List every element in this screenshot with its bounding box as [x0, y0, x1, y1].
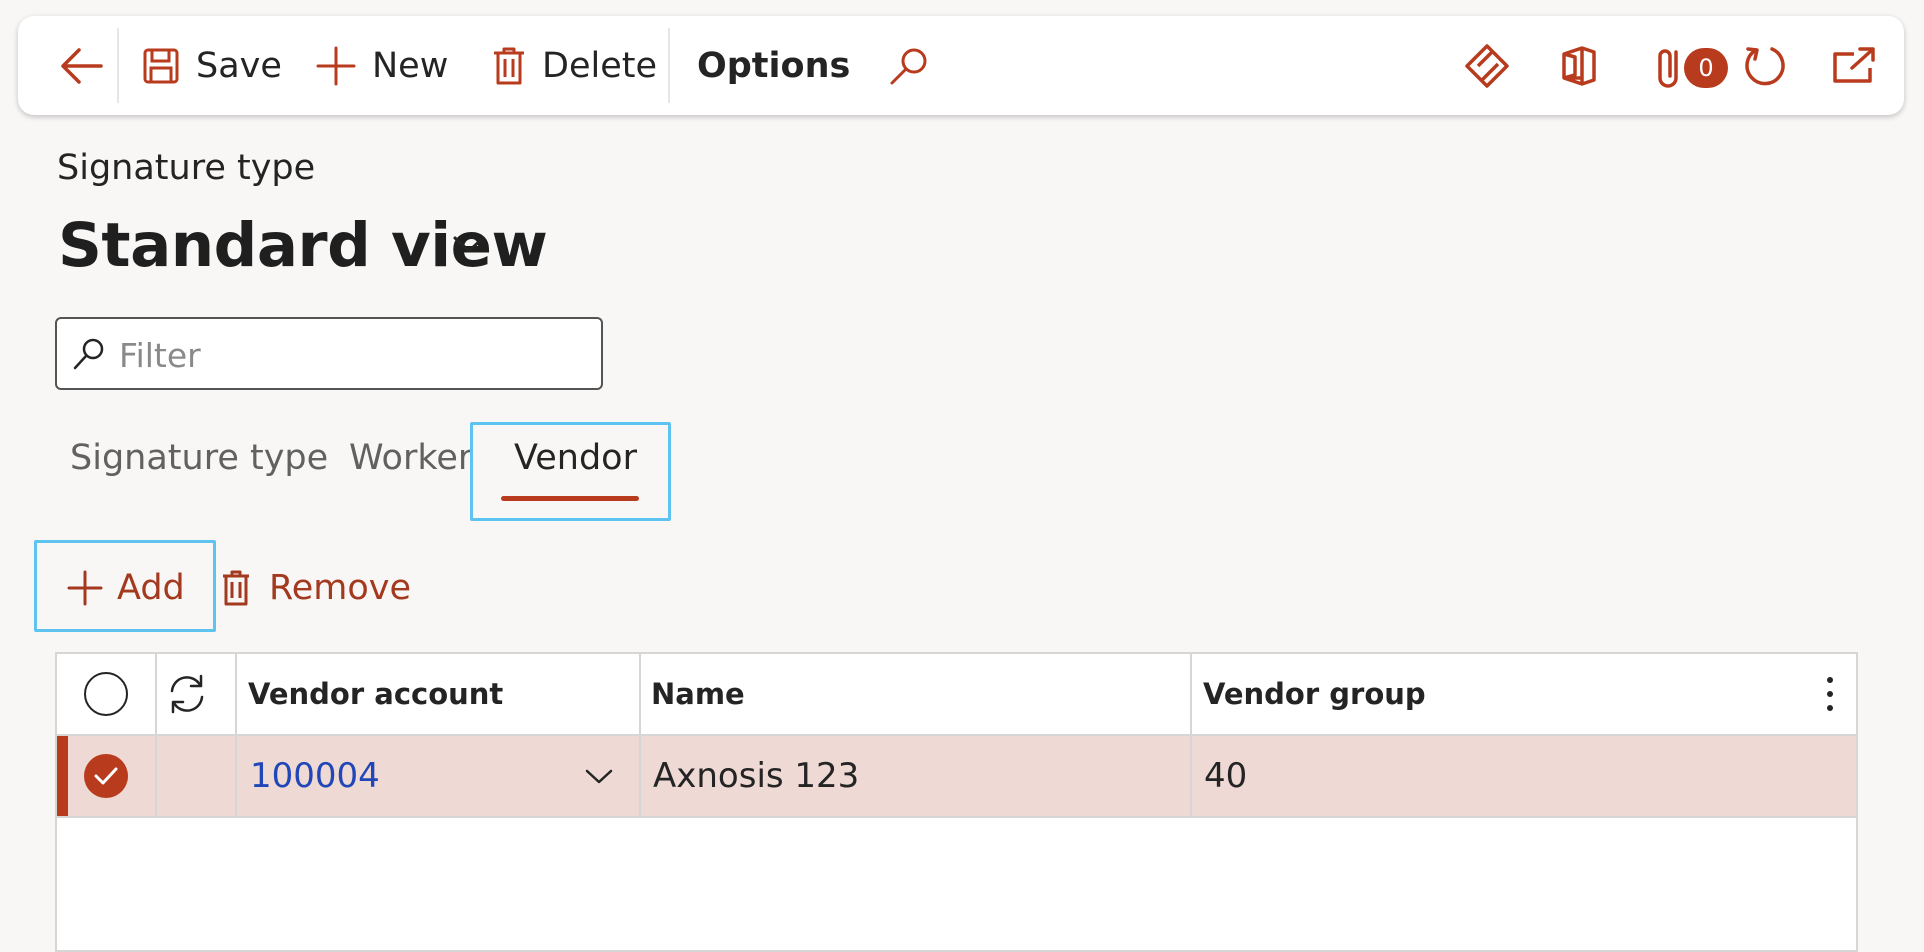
search-icon: [890, 48, 927, 84]
view-selector-chevron[interactable]: [452, 232, 486, 260]
search-button[interactable]: [888, 16, 930, 115]
office-icon: [1562, 45, 1596, 86]
column-options-button[interactable]: [1823, 654, 1837, 734]
select-all-circle-icon: [84, 672, 128, 716]
column-header-name[interactable]: Name: [651, 654, 745, 734]
remove-button[interactable]: Remove: [221, 568, 411, 608]
plus-icon: [316, 46, 356, 85]
chevron-down-icon: [585, 769, 613, 784]
checkmark-circle-icon: [84, 754, 128, 798]
column-divider: [639, 654, 641, 816]
action-pane: Save New Delete Options 0: [18, 16, 1904, 115]
refresh-column-button[interactable]: [165, 654, 209, 734]
back-button[interactable]: [46, 16, 116, 115]
grid-header: Vendor account Name Vendor group: [57, 654, 1856, 736]
paperclip-icon: [1658, 48, 1678, 88]
new-label: New: [372, 45, 449, 86]
options-label: Options: [697, 45, 851, 86]
vendor-account-cell[interactable]: 100004: [250, 736, 380, 816]
filter-box: [55, 317, 603, 390]
column-header-vendor-account[interactable]: Vendor account: [248, 654, 503, 734]
remove-label: Remove: [269, 568, 412, 608]
save-button[interactable]: Save: [142, 16, 282, 115]
delete-label: Delete: [542, 45, 657, 86]
power-apps-button[interactable]: [1464, 16, 1510, 115]
filter-search-icon: [73, 338, 104, 370]
trash-icon: [494, 47, 524, 84]
filter-input[interactable]: [117, 329, 591, 381]
trash-icon: [223, 570, 249, 606]
refresh-button[interactable]: [1742, 16, 1788, 115]
vendor-group-cell[interactable]: 40: [1204, 736, 1247, 816]
name-cell[interactable]: Axnosis 123: [653, 736, 859, 816]
toolbar-divider: [117, 28, 119, 103]
add-button[interactable]: Add: [67, 568, 185, 608]
open-in-new-icon: [1833, 46, 1875, 83]
refresh-icon: [1745, 46, 1785, 85]
row-checkbox[interactable]: [83, 736, 129, 816]
vendor-grid: Vendor account Name Vendor group 100004 …: [55, 652, 1858, 952]
delete-button[interactable]: Delete: [492, 16, 657, 115]
table-row[interactable]: 100004 Axnosis 123 40: [57, 736, 1856, 818]
office-button[interactable]: [1560, 16, 1598, 115]
column-divider: [1190, 654, 1192, 816]
tab-vendor-focus-highlight: [470, 422, 671, 521]
options-tab[interactable]: Options: [697, 16, 850, 115]
column-divider: [235, 654, 237, 816]
page-caption: Signature type: [57, 148, 316, 188]
add-label: Add: [117, 568, 185, 608]
plus-icon: [67, 570, 103, 606]
chevron-down-icon: [453, 236, 485, 253]
save-label: Save: [196, 45, 282, 86]
select-all-checkbox[interactable]: [83, 654, 129, 734]
toolbar-divider: [668, 28, 670, 103]
attachments-count-badge: 0: [1684, 48, 1728, 88]
attachments-button[interactable]: [1654, 16, 1688, 115]
tab-signature-type[interactable]: Signature type: [70, 438, 328, 478]
more-vertical-icon: [1827, 677, 1833, 711]
column-header-vendor-group[interactable]: Vendor group: [1203, 654, 1426, 734]
new-button[interactable]: New: [316, 16, 448, 115]
column-divider: [155, 654, 157, 816]
open-in-new-window-button[interactable]: [1832, 16, 1876, 115]
row-selected-indicator: [57, 736, 68, 816]
tab-worker[interactable]: Worker: [349, 438, 472, 478]
vendor-account-dropdown-button[interactable]: [581, 736, 617, 816]
back-arrow-icon: [61, 47, 103, 84]
refresh-column-icon: [170, 674, 204, 714]
save-icon: [143, 48, 179, 83]
power-apps-icon: [1465, 43, 1509, 88]
